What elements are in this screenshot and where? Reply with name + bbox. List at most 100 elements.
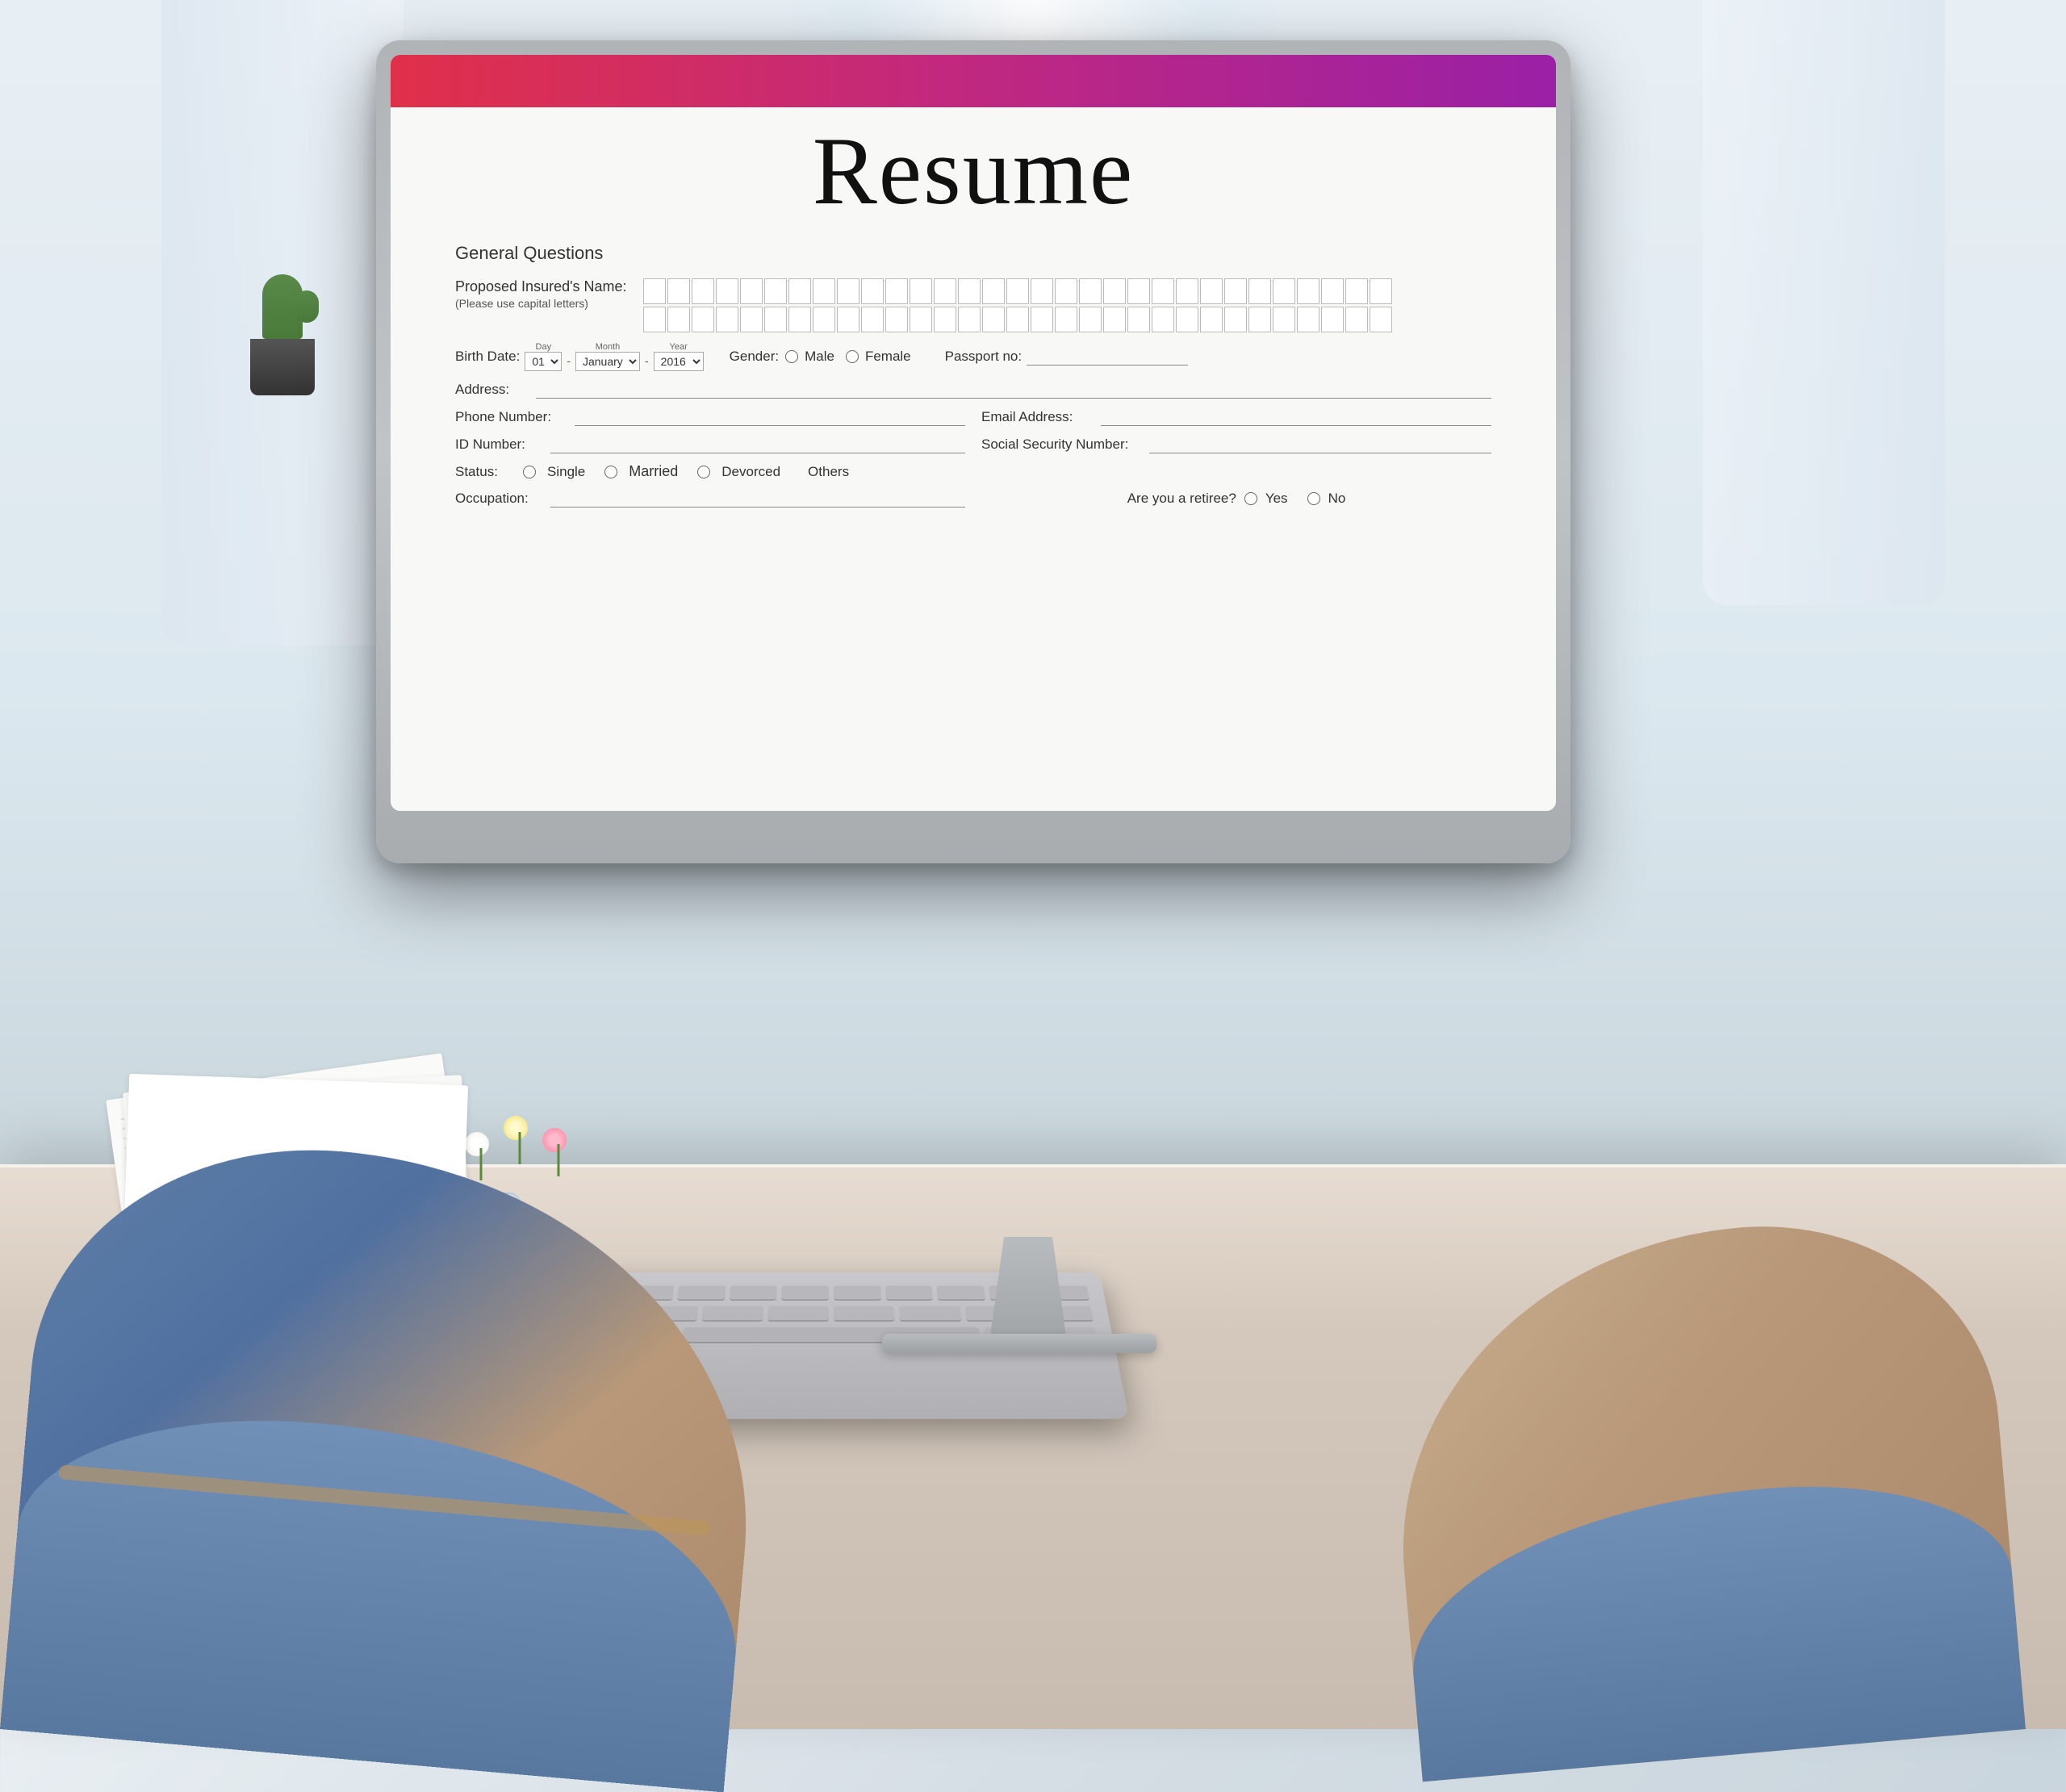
char-box[interactable] — [861, 278, 884, 304]
status-married-label: Married — [629, 463, 678, 480]
retiree-label: Are you a retiree? — [1127, 491, 1236, 507]
char-box[interactable] — [1224, 278, 1247, 304]
char-box[interactable] — [1345, 278, 1368, 304]
char-box[interactable] — [1200, 307, 1223, 332]
char-box[interactable] — [958, 307, 981, 332]
char-box[interactable] — [1345, 307, 1368, 332]
char-box[interactable] — [667, 278, 690, 304]
radio-yes[interactable] — [1244, 492, 1257, 505]
char-box[interactable] — [885, 307, 908, 332]
scene: Resume General Questions Proposed Insure… — [0, 0, 2066, 1729]
occupation-input[interactable] — [550, 490, 965, 508]
birth-year-select[interactable]: 2016 — [654, 352, 704, 371]
char-box[interactable] — [643, 307, 666, 332]
char-box[interactable] — [1321, 307, 1344, 332]
char-box[interactable] — [1055, 278, 1077, 304]
char-box[interactable] — [885, 278, 908, 304]
resume-title: Resume — [455, 115, 1491, 227]
cactus-arm — [295, 290, 319, 323]
char-box[interactable] — [1273, 278, 1295, 304]
char-box[interactable] — [643, 278, 666, 304]
social-security-input[interactable] — [1149, 436, 1491, 453]
right-sleeve — [1400, 1468, 2026, 1782]
char-box[interactable] — [813, 278, 835, 304]
char-box[interactable] — [1031, 278, 1053, 304]
char-box[interactable] — [1031, 307, 1053, 332]
char-box[interactable] — [861, 307, 884, 332]
char-box[interactable] — [1006, 307, 1029, 332]
char-box[interactable] — [1127, 278, 1150, 304]
monitor: Resume General Questions Proposed Insure… — [376, 40, 1570, 863]
char-box[interactable] — [1297, 307, 1319, 332]
radio-female[interactable] — [846, 350, 859, 363]
char-box[interactable] — [1152, 278, 1174, 304]
char-box[interactable] — [1273, 307, 1295, 332]
char-box[interactable] — [764, 307, 787, 332]
char-box[interactable] — [813, 307, 835, 332]
occupation-label: Occupation: — [455, 491, 544, 507]
char-box[interactable] — [910, 278, 932, 304]
char-box[interactable] — [1224, 307, 1247, 332]
char-box[interactable] — [1127, 307, 1150, 332]
char-box[interactable] — [692, 307, 714, 332]
birth-day-select[interactable]: 01 — [525, 352, 562, 371]
char-box[interactable] — [1055, 307, 1077, 332]
char-box[interactable] — [1200, 278, 1223, 304]
gender-male-label: Male — [805, 349, 834, 365]
char-box[interactable] — [740, 307, 763, 332]
char-box[interactable] — [1176, 307, 1198, 332]
gender-female-label: Female — [865, 349, 911, 365]
char-box[interactable] — [837, 307, 859, 332]
id-label: ID Number: — [455, 437, 544, 453]
char-box[interactable] — [1248, 307, 1271, 332]
char-box[interactable] — [982, 278, 1005, 304]
char-box[interactable] — [1321, 278, 1344, 304]
id-input[interactable] — [550, 436, 965, 453]
address-input[interactable] — [536, 381, 1491, 399]
email-input[interactable] — [1101, 408, 1491, 426]
char-box[interactable] — [1079, 307, 1102, 332]
char-box[interactable] — [982, 307, 1005, 332]
passport-label: Passport no: — [945, 349, 1022, 365]
char-box[interactable] — [1297, 278, 1319, 304]
char-box[interactable] — [1370, 307, 1392, 332]
char-box[interactable] — [667, 307, 690, 332]
radio-married[interactable] — [604, 466, 617, 478]
char-box[interactable] — [1079, 278, 1102, 304]
address-label: Address: — [455, 382, 528, 398]
char-box[interactable] — [1176, 278, 1198, 304]
char-box[interactable] — [716, 278, 738, 304]
birth-month-select[interactable]: January — [575, 352, 640, 371]
general-questions-section: General Questions Proposed Insured's Nam… — [455, 243, 1491, 508]
char-box[interactable] — [788, 307, 811, 332]
monitor-outer-frame: Resume General Questions Proposed Insure… — [376, 40, 1570, 863]
char-box[interactable] — [837, 278, 859, 304]
phone-label: Phone Number: — [455, 409, 568, 425]
passport-input[interactable] — [1027, 348, 1188, 366]
char-box[interactable] — [934, 307, 956, 332]
char-box[interactable] — [716, 307, 738, 332]
radio-divorced[interactable] — [697, 466, 710, 478]
char-box[interactable] — [692, 278, 714, 304]
radio-single[interactable] — [523, 466, 536, 478]
birth-date-label: Birth Date: — [455, 349, 520, 365]
char-box[interactable] — [1103, 278, 1126, 304]
char-box[interactable] — [958, 278, 981, 304]
char-box[interactable] — [1248, 278, 1271, 304]
status-single-label: Single — [547, 464, 585, 480]
char-box[interactable] — [934, 278, 956, 304]
char-box[interactable] — [788, 278, 811, 304]
phone-input[interactable] — [575, 408, 965, 426]
radio-male[interactable] — [785, 350, 798, 363]
flower-5 — [542, 1128, 575, 1176]
char-box[interactable] — [764, 278, 787, 304]
radio-no[interactable] — [1307, 492, 1320, 505]
char-box[interactable] — [1006, 278, 1029, 304]
cactus-plant — [262, 274, 303, 339]
char-box[interactable] — [740, 278, 763, 304]
char-box[interactable] — [1152, 307, 1174, 332]
char-box[interactable] — [1103, 307, 1126, 332]
char-box[interactable] — [1370, 278, 1392, 304]
curtain-right — [1703, 0, 1945, 605]
char-box[interactable] — [910, 307, 932, 332]
